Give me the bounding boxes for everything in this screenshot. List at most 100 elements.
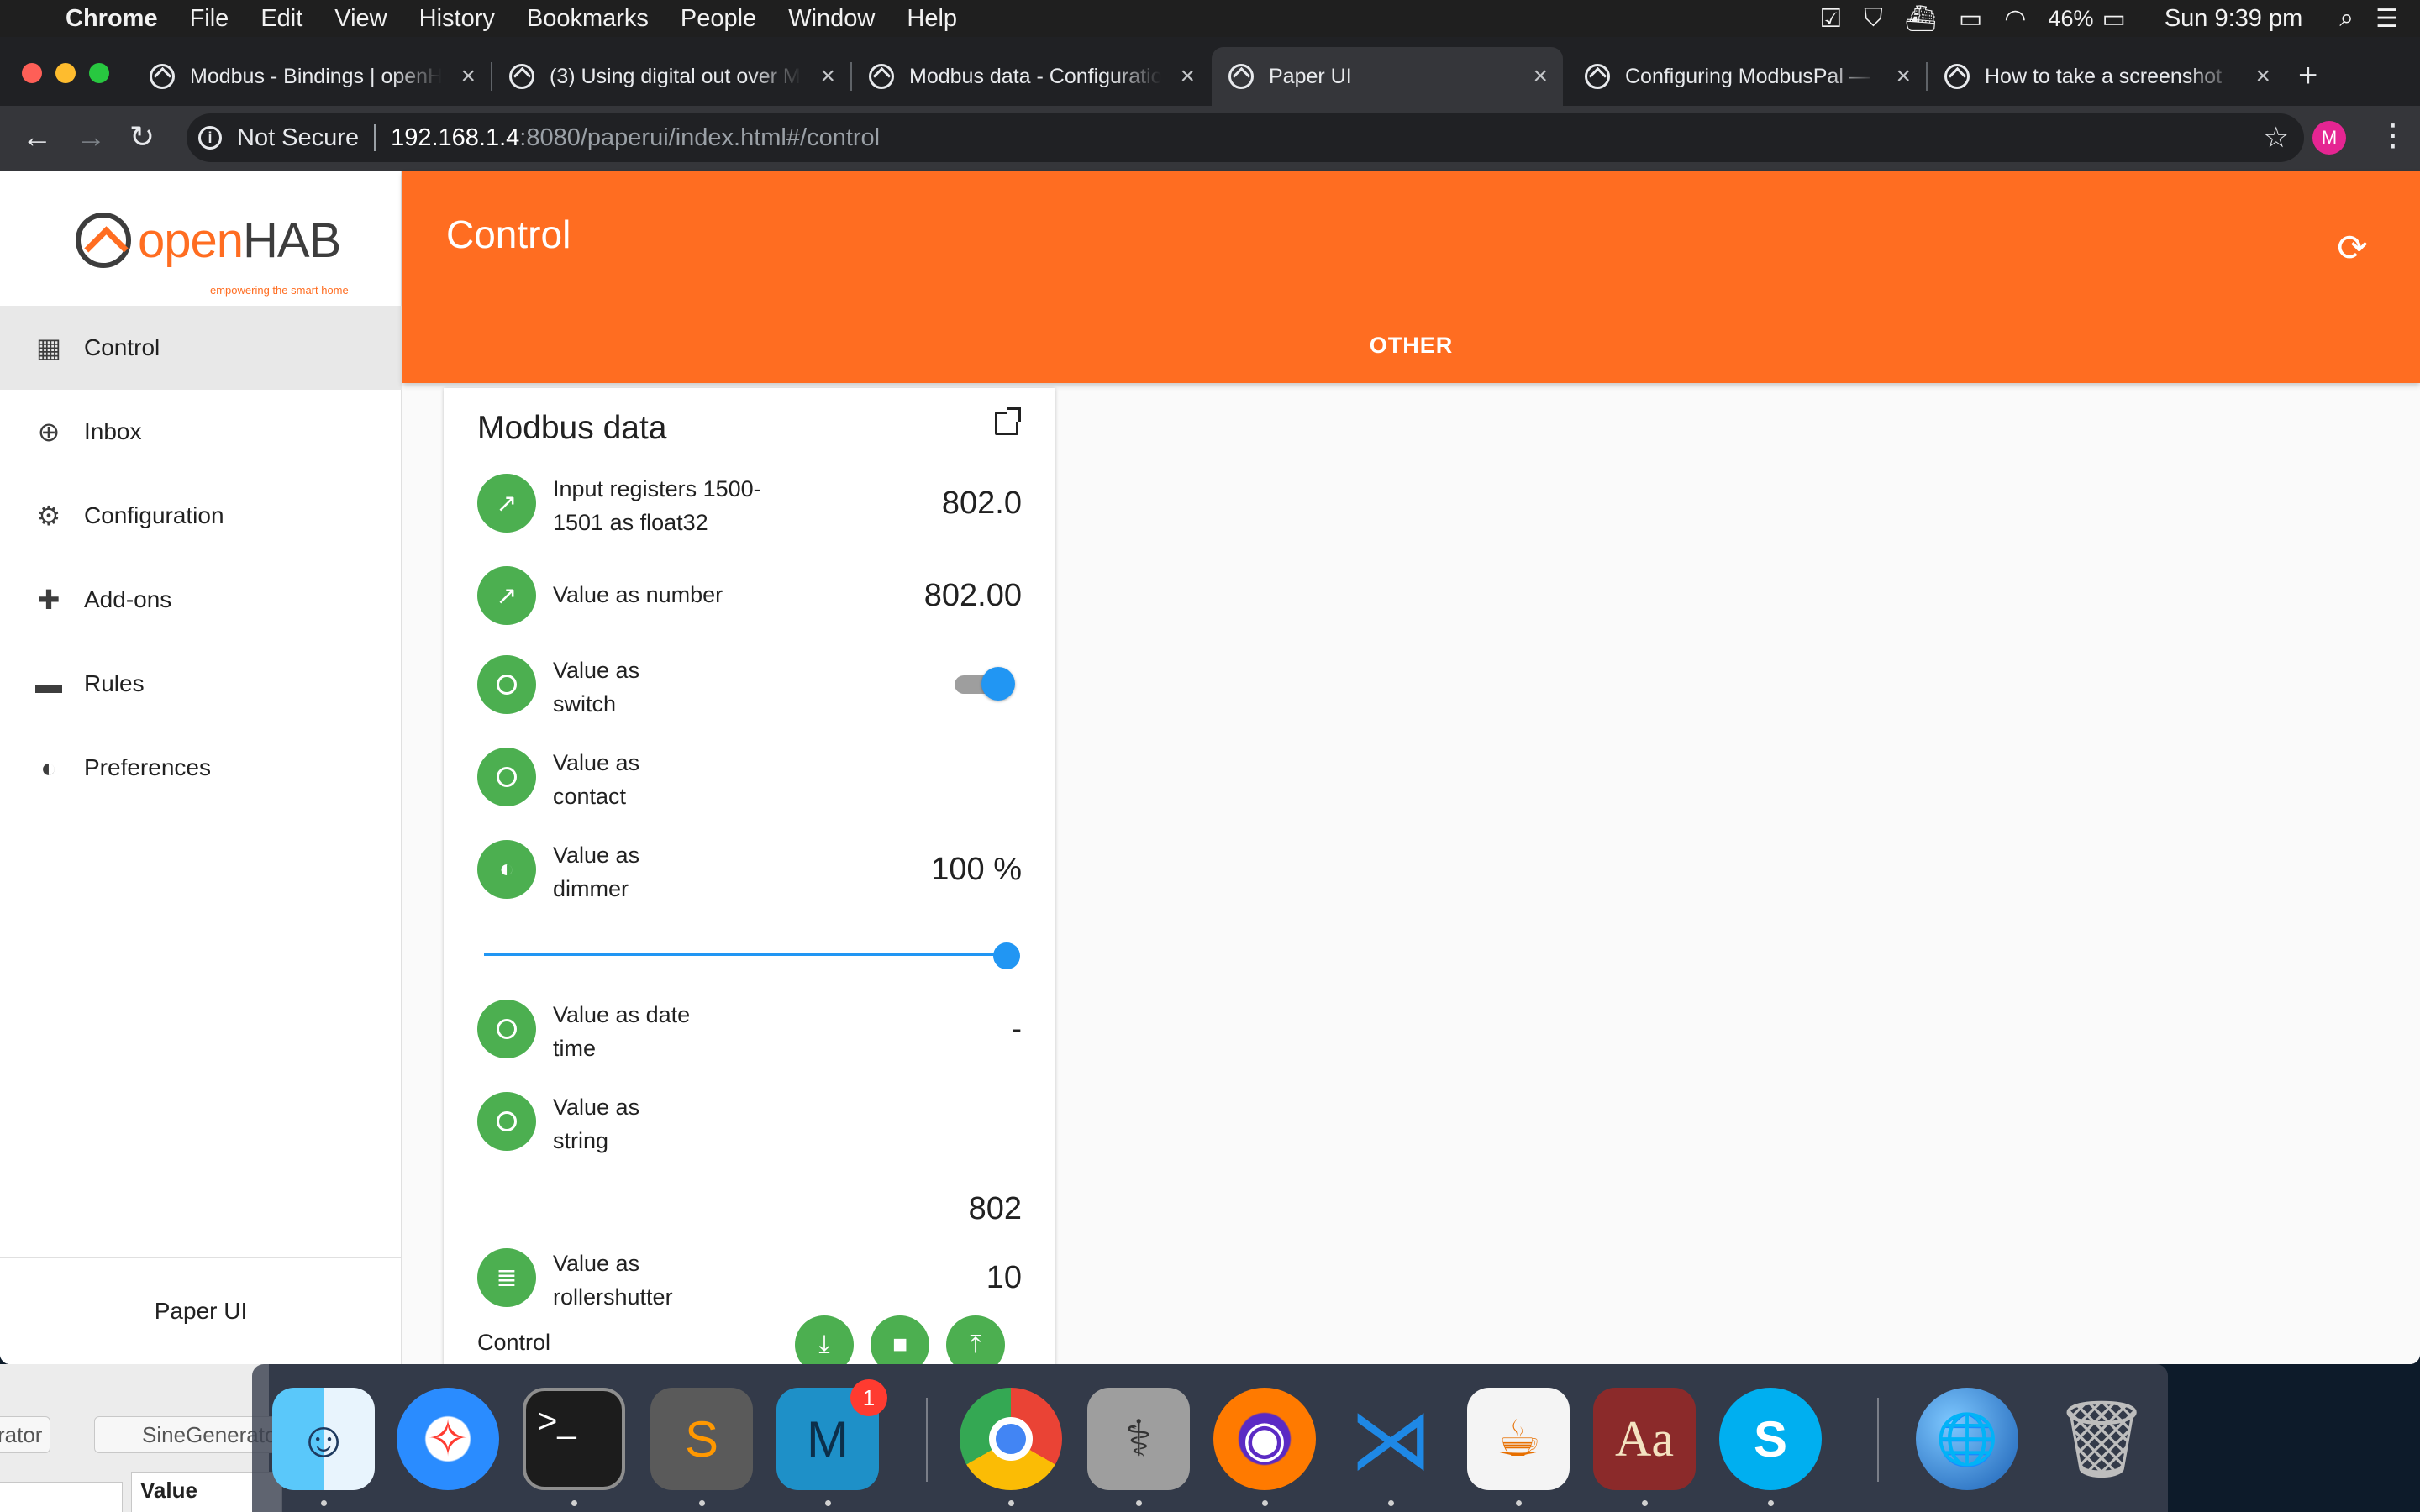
running-indicator bbox=[1008, 1500, 1014, 1506]
tab-close-icon[interactable]: × bbox=[1533, 62, 1548, 91]
dock-safari-icon[interactable]: ✧ bbox=[397, 1388, 499, 1490]
menu-people[interactable]: People bbox=[681, 5, 756, 33]
modbus-data-card: Modbus data ↗ Input registers 1500-1501 … bbox=[444, 388, 1055, 1364]
globe-favicon-icon bbox=[1585, 64, 1610, 89]
dock-skype-icon[interactable]: S bbox=[1719, 1388, 1822, 1490]
logo-text: openHAB bbox=[138, 213, 341, 268]
notification-center-icon[interactable]: ☰ bbox=[2375, 4, 2398, 34]
logo-tagline: empowering the smart home bbox=[210, 284, 349, 297]
window-zoom-button[interactable] bbox=[89, 63, 109, 83]
browser-tab-screenshot-help[interactable]: How to take a screenshot × bbox=[1928, 47, 2286, 106]
rollershutter-down-button[interactable]: ⤓ bbox=[795, 1315, 854, 1364]
item-label: Value as rollershutter bbox=[553, 1251, 673, 1310]
sidebar-item-configuration[interactable]: ⚙ Configuration bbox=[0, 474, 402, 558]
dock-disk-utility-icon[interactable]: ⚕ bbox=[1087, 1388, 1190, 1490]
wifi-icon[interactable]: ◠ bbox=[2004, 4, 2026, 34]
ring-icon bbox=[477, 655, 536, 714]
page-title: Control bbox=[446, 213, 571, 256]
tab-close-icon[interactable]: × bbox=[1180, 62, 1195, 91]
dimmer-slider[interactable] bbox=[484, 942, 1022, 969]
browser-tab-paper-ui[interactable]: Paper UI × bbox=[1212, 47, 1563, 106]
tab-close-icon[interactable]: × bbox=[820, 62, 835, 91]
window-close-button[interactable] bbox=[22, 63, 42, 83]
info-icon[interactable]: i bbox=[198, 126, 222, 150]
running-indicator bbox=[571, 1500, 577, 1506]
dock-vscode-icon[interactable]: ⋊ bbox=[1339, 1388, 1442, 1490]
url-host[interactable]: 192.168.1.4 bbox=[391, 124, 519, 152]
window-minimize-button[interactable] bbox=[55, 63, 76, 83]
menu-help[interactable]: Help bbox=[907, 5, 957, 33]
background-table-cell[interactable] bbox=[0, 1482, 123, 1512]
docker-whale-icon[interactable]: ⛴ bbox=[1905, 4, 1937, 34]
sidebar-item-control[interactable]: ▦ Control bbox=[0, 306, 402, 390]
sidebar-item-label: Preferences bbox=[84, 754, 211, 780]
switch-toggle[interactable] bbox=[955, 667, 1015, 701]
openhab-favicon-icon bbox=[509, 64, 534, 89]
running-indicator bbox=[1262, 1500, 1268, 1506]
menu-history[interactable]: History bbox=[419, 5, 495, 33]
macos-menu-bar: Chrome File Edit View History Bookmarks … bbox=[0, 0, 2420, 37]
address-bar[interactable]: i Not Secure 192.168.1.4:8080/paperui/in… bbox=[187, 113, 2304, 162]
spotlight-search-icon[interactable]: ⌕ bbox=[2339, 4, 2354, 33]
browser-tab-modbus-data[interactable]: Modbus data - Configuration × bbox=[852, 47, 1210, 106]
dock-sublime-text-icon[interactable]: S bbox=[650, 1388, 753, 1490]
menu-edit[interactable]: Edit bbox=[260, 5, 302, 33]
menu-app-chrome[interactable]: Chrome bbox=[66, 5, 158, 33]
sidebar-item-add-ons[interactable]: ✚ Add-ons bbox=[0, 558, 402, 642]
tab-other[interactable]: OTHER bbox=[402, 333, 2420, 359]
background-tab-sine-generator[interactable]: SineGenerator bbox=[94, 1416, 279, 1453]
sidebar-item-preferences[interactable]: ◐ Preferences bbox=[0, 726, 402, 810]
menu-window[interactable]: Window bbox=[788, 5, 875, 33]
url-path[interactable]: :8080/paperui/index.html#/control bbox=[519, 124, 880, 152]
dock-dictionary-icon[interactable]: Aa bbox=[1593, 1388, 1696, 1490]
battery-percent: 46% bbox=[2048, 5, 2094, 31]
chrome-menu-icon[interactable]: ⋮ bbox=[2378, 118, 2408, 153]
rollershutter-stop-button[interactable]: ■ bbox=[871, 1315, 929, 1364]
openhab-logo[interactable]: openHAB empowering the smart home bbox=[76, 207, 349, 297]
open-in-new-icon[interactable] bbox=[995, 407, 1021, 435]
menu-bookmarks[interactable]: Bookmarks bbox=[527, 5, 649, 33]
forward-arrow-icon[interactable]: → bbox=[76, 119, 106, 155]
item-label: Value as string bbox=[553, 1095, 640, 1153]
checkmark-status-icon[interactable]: ☑ bbox=[1819, 4, 1842, 34]
battery-icon[interactable]: ▭ bbox=[2102, 4, 2125, 34]
slider-knob[interactable] bbox=[993, 942, 1020, 969]
menu-view[interactable]: View bbox=[334, 5, 387, 33]
back-arrow-icon[interactable]: ← bbox=[22, 119, 52, 155]
browser-tab-digital-out[interactable]: (3) Using digital out over Modbus × bbox=[492, 47, 850, 106]
dock-chrome-icon[interactable] bbox=[960, 1388, 1062, 1490]
refresh-icon[interactable]: ⟳ bbox=[2337, 227, 2368, 270]
item-value: 802.0 bbox=[941, 486, 1022, 521]
reload-icon[interactable]: ↻ bbox=[129, 119, 155, 155]
new-tab-button[interactable]: + bbox=[2298, 57, 2317, 95]
item-label: Value as switch bbox=[553, 658, 640, 717]
dock-finder-icon[interactable]: ☺ bbox=[272, 1388, 375, 1490]
profile-avatar[interactable]: M bbox=[2312, 121, 2346, 155]
menubar-clock[interactable]: Sun 9:39 pm bbox=[2165, 5, 2302, 33]
sidebar-item-inbox[interactable]: ⊕ Inbox bbox=[0, 390, 402, 474]
dock-trash-icon[interactable]: 🗑 bbox=[2050, 1388, 2153, 1490]
toggle-thumb[interactable] bbox=[981, 667, 1015, 701]
sidebar-footer-paper-ui[interactable]: Paper UI bbox=[0, 1257, 402, 1364]
rollershutter-up-button[interactable]: ⤒ bbox=[946, 1315, 1005, 1364]
menu-file[interactable]: File bbox=[190, 5, 229, 33]
running-indicator bbox=[1768, 1500, 1774, 1506]
background-tab-generator[interactable]: rator bbox=[0, 1416, 50, 1453]
bookmark-star-icon[interactable]: ☆ bbox=[2264, 121, 2289, 155]
tab-close-icon[interactable]: × bbox=[460, 62, 476, 91]
dock-terminal-icon[interactable]: >_ bbox=[523, 1388, 625, 1490]
openhab-favicon-icon bbox=[869, 64, 894, 89]
browser-tab-modbuspal[interactable]: Configuring ModbusPal — × bbox=[1568, 47, 1926, 106]
dock-java-icon[interactable]: ☕ bbox=[1467, 1388, 1570, 1490]
tab-close-icon[interactable]: × bbox=[2255, 62, 2270, 91]
shield-status-icon[interactable]: ⛉ bbox=[1864, 4, 1883, 33]
dock-separator bbox=[1877, 1398, 1879, 1482]
airplay-icon[interactable]: ▭ bbox=[1959, 4, 1982, 34]
sidebar-item-rules[interactable]: ▬ Rules bbox=[0, 642, 402, 726]
security-status[interactable]: Not Secure bbox=[237, 124, 359, 152]
dock-firefox-icon[interactable]: ◉ bbox=[1213, 1388, 1316, 1490]
tab-close-icon[interactable]: × bbox=[1896, 62, 1911, 91]
dock-network-globe-icon[interactable]: 🌐 bbox=[1916, 1388, 2018, 1490]
dimmer-icon: ◐ bbox=[477, 840, 536, 899]
browser-tab-modbus-bindings[interactable]: Modbus - Bindings | openHAB × bbox=[133, 47, 491, 106]
